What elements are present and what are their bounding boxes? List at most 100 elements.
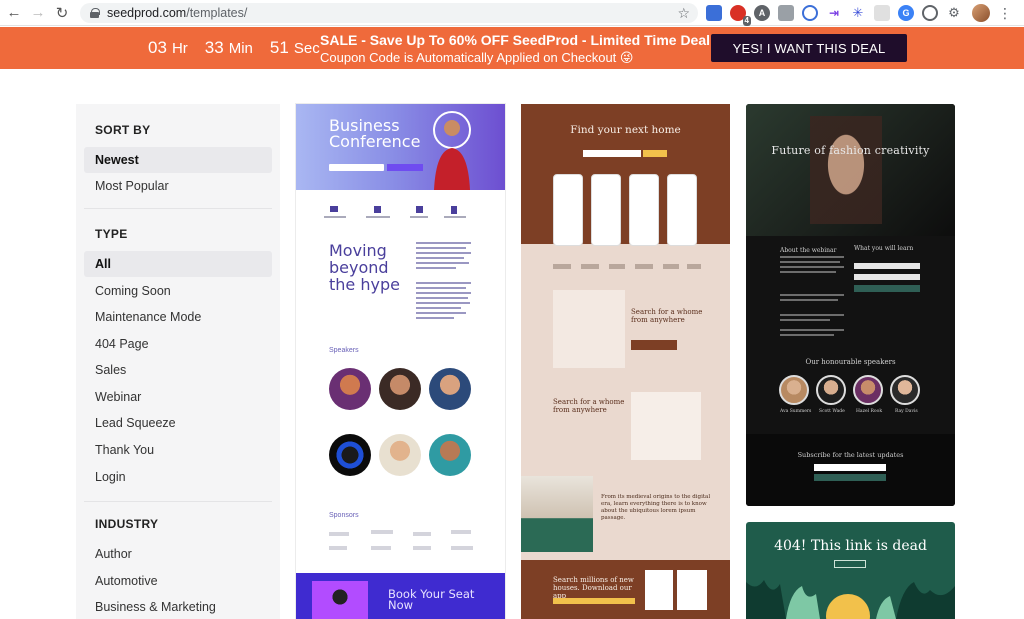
speaker-name: Hazel Rook (856, 409, 883, 414)
reload-icon[interactable]: ↻ (52, 3, 72, 23)
promo-subtitle: Coupon Code is Automatically Applied on … (320, 50, 634, 65)
forward-icon[interactable]: → (28, 3, 48, 23)
promo-banner: 03 Hr 33 Min 51 Sec SALE - Save Up To 60… (0, 27, 1024, 69)
type-item-thank-you[interactable]: Thank You (84, 437, 272, 463)
type-item-lead-squeeze[interactable]: Lead Squeeze (84, 410, 272, 436)
speaker-avatar (429, 434, 471, 476)
speaker-avatar (329, 368, 371, 410)
speaker-photo (433, 111, 471, 190)
section-title: Search for a whome from anywhere (631, 308, 703, 324)
template-footer: Subscribe for the latest updates (746, 434, 955, 506)
hero-button-mock (387, 164, 423, 171)
extensions-bar: 4 A ⇥ ✳ G ⚙ ⋮ (706, 3, 1012, 26)
browser-toolbar: ← → ↻ seedprod.com/templates/ ☆ 4 A ⇥ ✳ … (0, 0, 1024, 26)
speaker-name: Ava Summers (780, 409, 812, 414)
type-item-all[interactable]: All (84, 251, 272, 277)
extensions-puzzle-icon[interactable]: ⚙ (946, 5, 962, 21)
url-domain: seedprod.com (107, 6, 187, 20)
feature-icons-row (324, 206, 466, 218)
type-item-coming-soon[interactable]: Coming Soon (84, 278, 272, 304)
industry-item-business-marketing[interactable]: Business & Marketing (84, 594, 272, 619)
timer-seconds-unit: Sec (293, 40, 320, 57)
template-card-real-estate[interactable]: Find your next home Search for a whome f… (521, 104, 730, 619)
template-hero-title: Future of fashion creativity (771, 144, 930, 157)
model-photo (810, 116, 882, 224)
extension-g-icon[interactable]: G (898, 5, 914, 21)
back-icon[interactable]: ← (4, 3, 24, 23)
address-bar[interactable]: seedprod.com/templates/ ☆ (80, 3, 698, 23)
about-label: About the webinar (780, 247, 837, 254)
template-footer: Search millions of new houses. Download … (521, 560, 730, 619)
what-label: What you will learn (854, 245, 914, 252)
extension-red-icon[interactable]: 4 (730, 5, 751, 26)
template-hero: Find your next home (521, 104, 730, 246)
type-item-login[interactable]: Login (84, 464, 272, 490)
industry-item-automotive[interactable]: Automotive (84, 568, 272, 594)
template-card-404[interactable]: 404! This link is dead (746, 522, 955, 619)
section-title: Search for a whome from anywhere (553, 398, 625, 414)
hero-input-mock (329, 164, 384, 171)
template-hero: Business Conference (296, 104, 505, 190)
filter-sidebar: SORT BY Newest Most Popular TYPE All Com… (76, 104, 280, 619)
type-heading: TYPE (95, 227, 128, 241)
camera-icon[interactable] (778, 5, 794, 21)
speakers-label: Our honourable speakers (805, 358, 896, 366)
template-card-fashion-webinar[interactable]: Future of fashion creativity About the w… (746, 104, 955, 506)
sort-item-most-popular[interactable]: Most Popular (84, 173, 272, 199)
extension-target-icon[interactable] (802, 5, 818, 21)
timer-minutes: 33 (204, 38, 224, 57)
room-photo (521, 476, 593, 552)
section-title-line: Moving (329, 241, 387, 260)
template-banner: Book Your Seat Now (296, 573, 505, 619)
hero-button-mock (643, 150, 667, 157)
type-item-webinar[interactable]: Webinar (84, 384, 272, 410)
phone-mockup (645, 570, 673, 610)
extension-arrow-icon[interactable]: ⇥ (826, 5, 842, 21)
phone-mockup (667, 174, 697, 246)
banner-title: Book Your Seat Now (388, 588, 474, 611)
template-hero-title: Business Conference (329, 118, 420, 150)
profile-avatar[interactable] (972, 4, 990, 22)
hero-title-line: Conference (329, 132, 421, 151)
section-button-mock (631, 340, 677, 350)
phone-mockup (553, 174, 583, 246)
speaker-avatar (379, 434, 421, 476)
template-hero-title: 404! This link is dead (774, 538, 927, 554)
speaker-avatar (329, 434, 371, 476)
speakers-label: Speakers (329, 347, 359, 354)
extension-badge: 4 (742, 16, 751, 26)
timer-hours-unit: Hr (171, 40, 188, 57)
sort-by-heading: SORT BY (95, 123, 151, 137)
paragraph-lines (416, 242, 471, 319)
extension-a-icon[interactable]: A (754, 5, 770, 21)
bookmark-star-icon[interactable]: ☆ (677, 5, 690, 22)
sidebar-divider (84, 208, 272, 209)
extension-cloud-icon[interactable] (874, 5, 890, 21)
webinar-text-lines (780, 256, 920, 336)
extension-gear-icon[interactable]: ✳ (850, 5, 866, 21)
footer-title: Search millions of new houses. Download … (553, 576, 634, 600)
browser-menu-icon[interactable]: ⋮ (998, 6, 1012, 20)
extension-circle-icon[interactable] (922, 5, 938, 21)
banner-image (312, 581, 368, 619)
type-item-maintenance-mode[interactable]: Maintenance Mode (84, 304, 272, 330)
url-path: /templates/ (186, 6, 248, 20)
deal-cta-button[interactable]: YES! I WANT THIS DEAL (711, 34, 907, 62)
app-screen-mock (631, 392, 701, 460)
extension-grid-icon[interactable] (706, 5, 722, 21)
phone-mockup (629, 174, 659, 246)
type-item-sales[interactable]: Sales (84, 357, 272, 383)
template-card-business-conference[interactable]: Business Conference Moving beyond the hy… (296, 104, 505, 619)
sponsors-label: Sponsors (329, 512, 359, 519)
app-screen-mock (553, 290, 625, 368)
subscribe-input-mock (814, 464, 886, 471)
subscribe-button-mock (814, 474, 886, 481)
sort-item-newest[interactable]: Newest (84, 147, 272, 173)
timer-minutes-unit: Min (228, 40, 253, 57)
type-item-404-page[interactable]: 404 Page (84, 331, 272, 357)
sidebar-divider (84, 501, 272, 502)
section-title-line: beyond (329, 258, 389, 277)
industry-item-author[interactable]: Author (84, 541, 272, 567)
promo-title: SALE - Save Up To 60% OFF SeedProd - Lim… (320, 32, 715, 48)
speaker-name: Ray Davis (895, 409, 918, 414)
